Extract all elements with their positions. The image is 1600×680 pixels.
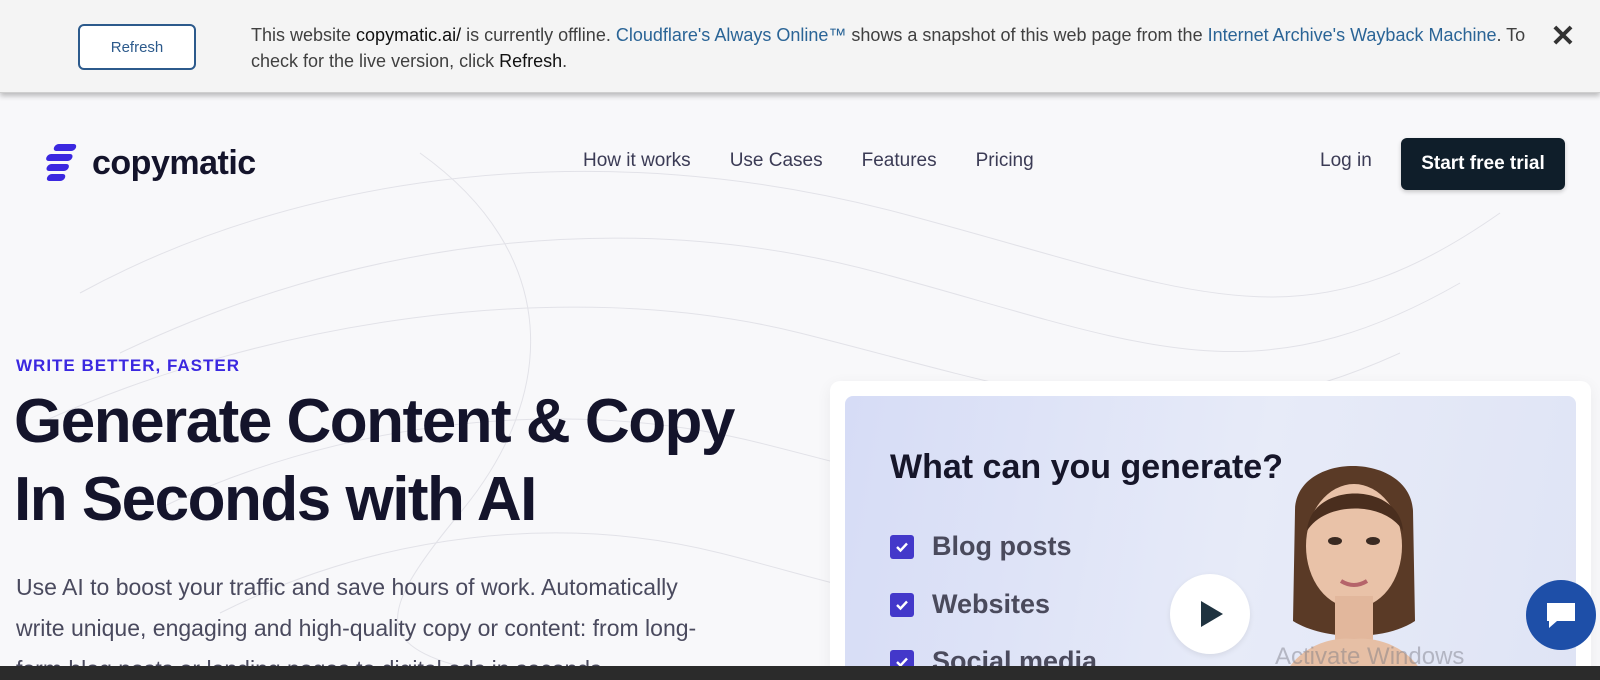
nav-how-it-works[interactable]: How it works (583, 150, 691, 172)
wayback-machine-link[interactable]: Internet Archive's Wayback Machine (1208, 25, 1497, 45)
always-online-banner: Refresh This website copymatic.ai/ is cu… (0, 0, 1600, 93)
chat-icon[interactable] (1526, 580, 1596, 650)
logo-text: copymatic (92, 143, 256, 182)
hero-subtitle: Use AI to boost your traffic and save ho… (16, 574, 697, 680)
generate-item: Blog posts (890, 531, 1072, 562)
generate-item-label: Blog posts (932, 531, 1072, 561)
nav-use-cases[interactable]: Use Cases (730, 150, 823, 172)
generate-item-label: Websites (932, 589, 1051, 619)
banner-text: shows a snapshot of this web page from t… (846, 25, 1208, 45)
checkbox-icon (890, 534, 914, 559)
banner-message: This website copymatic.ai/ is currently … (251, 22, 1531, 74)
hero-title: Generate Content & Copy In Seconds with … (14, 383, 794, 539)
taskbar (0, 666, 1600, 680)
banner-text: This website (251, 25, 357, 45)
logo-mark-icon (46, 144, 77, 181)
nav-features[interactable]: Features (862, 150, 937, 172)
generate-item: Websites (890, 589, 1050, 620)
video-player[interactable]: What can you generate? Blog posts Websit… (845, 396, 1576, 680)
main-nav: How it works Use Cases Features Pricing (583, 150, 1073, 172)
banner-text: is currently offline. (461, 25, 616, 45)
video-card: What can you generate? Blog posts Websit… (830, 381, 1591, 680)
hero-eyebrow: WRITE BETTER, FASTER (16, 356, 240, 375)
copymatic-logo[interactable]: copymatic (42, 142, 256, 184)
play-icon[interactable] (1170, 574, 1250, 654)
login-link[interactable]: Log in (1320, 150, 1372, 172)
hero-title-line-1: Generate Content & Copy (14, 387, 735, 456)
refresh-button[interactable]: Refresh (78, 24, 196, 70)
banner-text: . (562, 51, 568, 71)
hero-title-line-2: In Seconds with AI (14, 465, 537, 534)
always-online-link[interactable]: Cloudflare's Always Online™ (616, 25, 847, 45)
banner-refresh-word: Refresh (499, 51, 563, 71)
checkbox-icon (890, 592, 914, 617)
video-heading: What can you generate? (890, 448, 1283, 486)
close-icon[interactable]: ✕ (1548, 22, 1578, 52)
start-free-trial-button[interactable]: Start free trial (1401, 138, 1565, 190)
banner-site: copymatic.ai/ (356, 25, 462, 45)
nav-pricing[interactable]: Pricing (976, 150, 1034, 172)
